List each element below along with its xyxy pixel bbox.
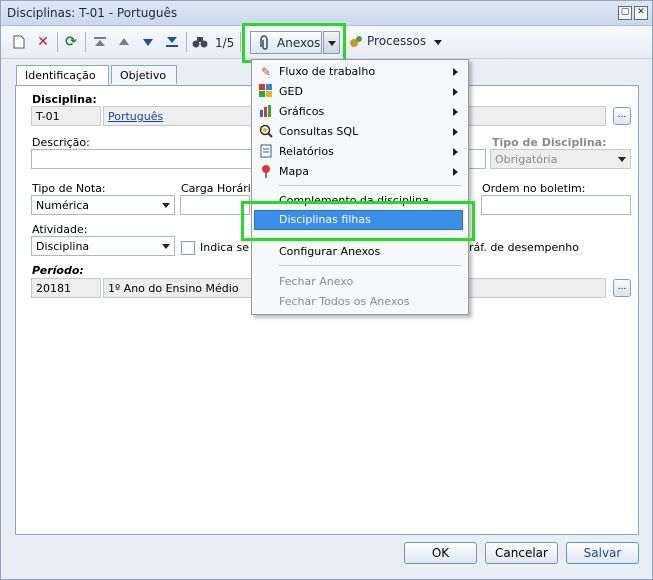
atividade-select[interactable]: Disciplina <box>31 236 175 256</box>
submenu-arrow-icon <box>453 168 458 176</box>
map-pin-icon <box>258 164 274 180</box>
sql-query-icon <box>258 124 274 140</box>
submenu-arrow-icon <box>453 108 458 116</box>
menu-item-mapa[interactable]: Mapa <box>252 162 466 182</box>
menu-item-label: Gráficos <box>279 105 325 118</box>
descricao-label: Descrição: <box>32 136 90 149</box>
submenu-arrow-icon <box>453 88 458 96</box>
periodo-code-field[interactable]: 20181 <box>31 278 101 298</box>
menu-item-label: Relatórios <box>279 145 334 158</box>
menu-item-fechar-anexo: Fechar Anexo <box>252 272 466 292</box>
menu-item-fluxo-de-trabalho[interactable]: ✎ Fluxo de trabalho <box>252 62 466 82</box>
indica-label: Indica se i <box>200 241 256 254</box>
cancel-button[interactable]: Cancelar <box>485 542 558 564</box>
restore-button[interactable]: ▢ <box>618 6 632 20</box>
window-title: Disciplinas: T-01 - Português <box>7 6 178 20</box>
tab-identificacao[interactable]: Identificação <box>16 65 109 86</box>
atividade-label: Atividade: <box>32 223 88 236</box>
grafico-desempenho-label: ráf. de desempenho <box>469 241 579 254</box>
menu-separator <box>279 265 461 266</box>
window: Disciplinas: T-01 - Português ▢ ✕ ✕ ⟳ 1/… <box>0 0 653 580</box>
anexos-menu: ✎ Fluxo de trabalho GED Gráficos Consult… <box>251 59 469 315</box>
chart-icon <box>258 104 274 120</box>
carga-horaria-field[interactable] <box>180 195 250 215</box>
menu-item-label: Configurar Anexos <box>279 245 381 258</box>
submenu-arrow-icon <box>453 68 458 76</box>
tipo-disciplina-value: Obrigatória <box>495 153 558 166</box>
ged-icon <box>258 84 274 100</box>
atividade-value: Disciplina <box>36 240 90 253</box>
toolbar-separator <box>186 32 187 52</box>
indica-checkbox[interactable] <box>181 241 195 255</box>
new-document-icon[interactable] <box>10 33 28 51</box>
disciplina-code-field[interactable]: T-01 <box>31 106 101 126</box>
ok-button[interactable]: OK <box>404 542 477 564</box>
processos-button[interactable]: Processos <box>367 34 426 48</box>
chevron-down-icon <box>162 203 170 208</box>
tab-objetivo[interactable]: Objetivo <box>111 65 177 84</box>
report-icon <box>258 144 274 160</box>
next-record-icon[interactable] <box>139 33 157 51</box>
tab-label: Objetivo <box>120 69 167 82</box>
anexos-highlight <box>242 23 346 63</box>
chevron-down-icon <box>162 244 170 249</box>
menu-item-label: Fluxo de trabalho <box>279 65 376 78</box>
menu-item-configurar-anexos[interactable]: Configurar Anexos <box>252 242 466 262</box>
periodo-label: Período: <box>32 264 84 277</box>
chevron-down-icon <box>618 157 626 162</box>
disciplina-name-link[interactable]: Português <box>108 110 163 123</box>
submenu-arrow-icon <box>453 128 458 136</box>
menu-item-fechar-todos-anexos: Fechar Todos os Anexos <box>252 292 466 312</box>
disciplinas-filhas-highlight <box>241 201 475 241</box>
submenu-arrow-icon <box>453 148 458 156</box>
menu-item-ged[interactable]: GED <box>252 82 466 102</box>
processos-chevron-icon[interactable] <box>434 40 442 45</box>
menu-item-label: Fechar Todos os Anexos <box>279 295 410 308</box>
workflow-icon: ✎ <box>260 65 272 79</box>
tab-label: Identificação <box>25 69 96 82</box>
record-counter: 1/5 <box>215 36 235 50</box>
tipo-nota-select[interactable]: Numérica <box>31 195 175 215</box>
tipo-disciplina-label: Tipo de Disciplina: <box>492 136 607 149</box>
tipo-disciplina-select: Obrigatória <box>490 149 631 169</box>
close-button[interactable]: ✕ <box>634 6 648 20</box>
ordem-boletim-field[interactable] <box>481 195 631 215</box>
first-record-icon[interactable] <box>91 33 109 51</box>
delete-icon[interactable]: ✕ <box>34 33 52 51</box>
save-button[interactable]: Salvar <box>566 542 639 564</box>
toolbar-separator <box>240 32 241 52</box>
toolbar-separator <box>85 32 86 52</box>
menu-separator <box>279 185 461 186</box>
disciplina-lookup-button[interactable]: ... <box>613 107 631 125</box>
refresh-icon[interactable]: ⟳ <box>62 33 80 51</box>
menu-item-label: GED <box>279 85 303 98</box>
gears-icon <box>348 34 364 53</box>
menu-item-graficos[interactable]: Gráficos <box>252 102 466 122</box>
previous-record-icon[interactable] <box>115 33 133 51</box>
disciplina-label: Disciplina: <box>32 93 97 106</box>
last-record-icon[interactable] <box>163 33 181 51</box>
menu-item-relatorios[interactable]: Relatórios <box>252 142 466 162</box>
periodo-lookup-button[interactable]: ... <box>613 279 631 297</box>
menu-item-label: Fechar Anexo <box>279 275 354 288</box>
tipo-nota-value: Numérica <box>36 199 90 212</box>
menu-item-consultas-sql[interactable]: Consultas SQL <box>252 122 466 142</box>
menu-item-label: Mapa <box>279 165 309 178</box>
menu-item-label: Consultas SQL <box>279 125 359 138</box>
toolbar-separator <box>57 32 58 52</box>
binoculars-icon[interactable] <box>191 33 209 51</box>
tipo-nota-label: Tipo de Nota: <box>32 182 106 195</box>
ordem-boletim-label: Ordem no boletim: <box>482 182 586 195</box>
carga-horaria-label: Carga Horária: <box>181 182 262 195</box>
